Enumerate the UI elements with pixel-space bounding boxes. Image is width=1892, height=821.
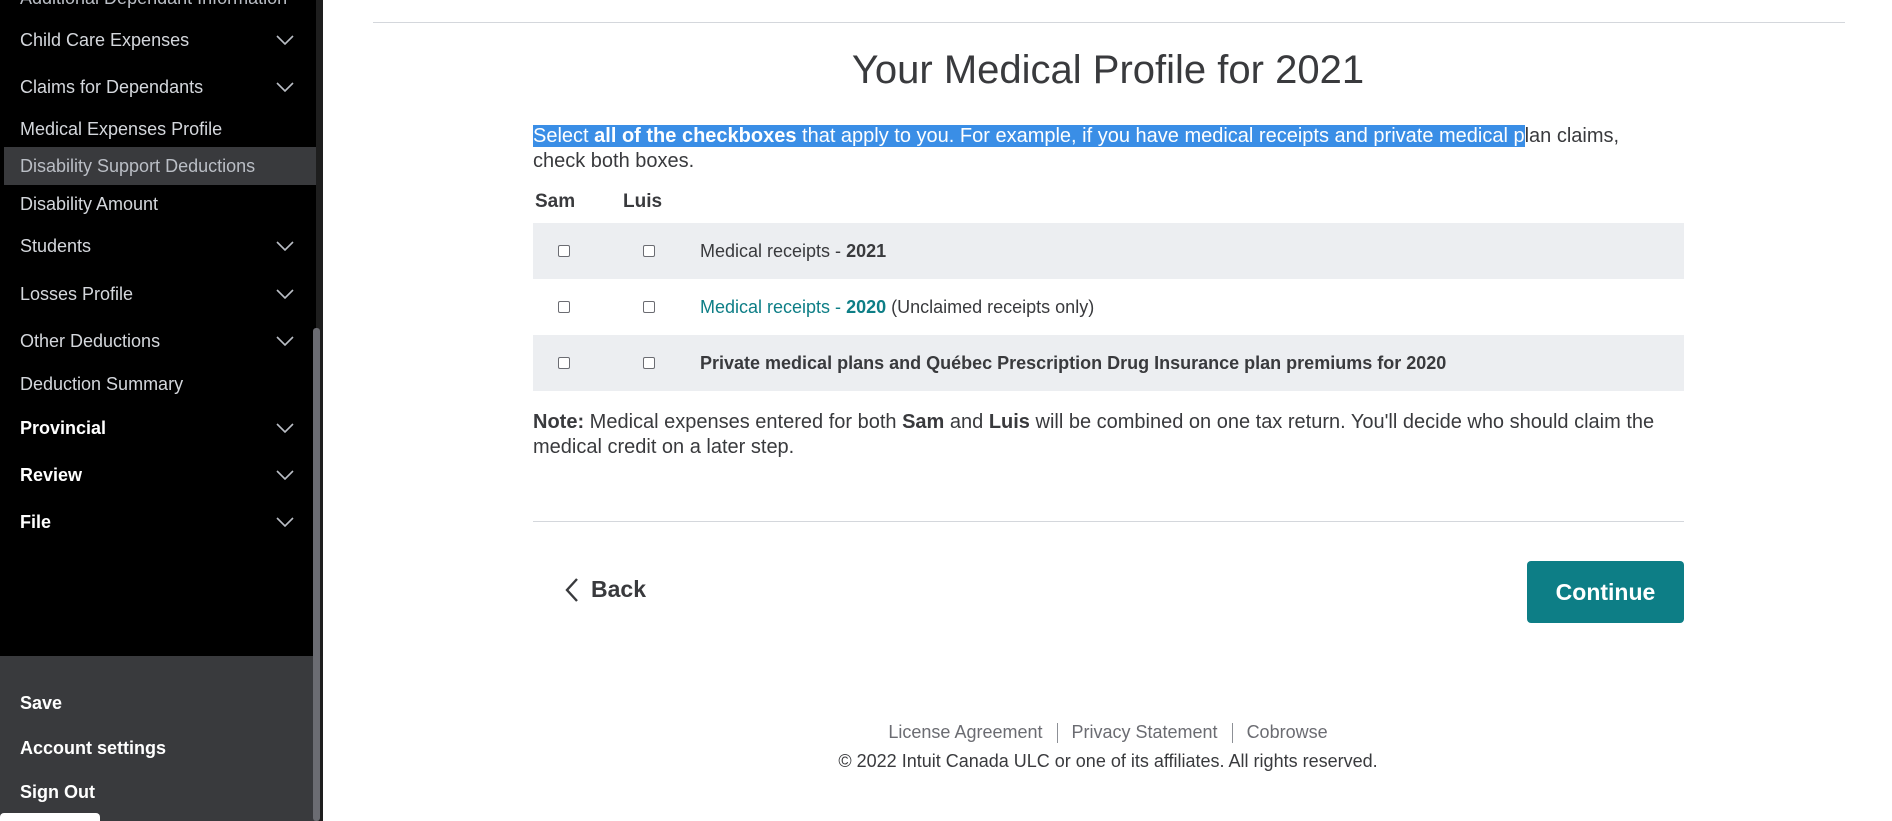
save-button[interactable]: Save xyxy=(20,693,62,714)
luis-medical-receipts-2020-checkbox[interactable] xyxy=(643,301,655,313)
sign-out-link[interactable]: Sign Out xyxy=(20,782,95,803)
row-label-suffix: (Unclaimed receipts only) xyxy=(886,297,1095,317)
copyright-text: © 2022 Intuit Canada ULC or one of its a… xyxy=(838,751,1378,771)
sidebar-item-label: Students xyxy=(20,235,92,256)
chevron-down-icon xyxy=(276,241,294,251)
back-button[interactable]: Back xyxy=(565,576,646,603)
footer-separator xyxy=(1231,723,1233,744)
sidebar-item-label: Disability Amount xyxy=(20,193,159,214)
note-text-part2: and xyxy=(944,411,989,433)
sidebar-item-label: File xyxy=(20,511,52,532)
sam-medical-receipts-2020-checkbox[interactable] xyxy=(558,301,570,313)
sidebar-item-label: Review xyxy=(20,464,83,485)
sidebar-bottom-tab xyxy=(0,813,100,821)
sidebar-item-label: Disability Support Deductions xyxy=(20,155,256,176)
account-settings-link[interactable]: Account settings xyxy=(20,738,166,759)
sidebar-item-label: Deduction Summary xyxy=(20,373,184,394)
sidebar-item-students[interactable]: Students xyxy=(0,227,316,265)
sidebar-item-disability-support-deductions[interactable]: Disability Support Deductions xyxy=(4,147,322,185)
instructions-part2: that apply to you. For example, if you h… xyxy=(796,125,1525,147)
chevron-down-icon xyxy=(276,517,294,527)
note-label: Note: xyxy=(533,411,585,433)
sidebar-item-provincial[interactable]: Provincial xyxy=(0,409,316,447)
sidebar-item-child-care-expenses[interactable]: Child Care Expenses xyxy=(0,21,316,59)
luis-medical-receipts-2021-checkbox[interactable] xyxy=(643,245,655,257)
instructions-text: Select all of the checkboxes that apply … xyxy=(533,124,1663,174)
sam-private-medical-plans-checkbox[interactable] xyxy=(558,357,570,369)
column-header-luis: Luis xyxy=(623,191,663,212)
chevron-down-icon xyxy=(276,470,294,480)
instructions-bold: all of the checkboxes xyxy=(594,125,797,147)
sidebar-footer: Save Account settings Sign Out xyxy=(0,656,316,821)
page-title: Your Medical Profile for 2021 xyxy=(851,48,1365,92)
sidebar-item-additional-dependant-info[interactable]: Additional Dependant Information xyxy=(20,0,287,9)
sam-medical-receipts-2021-checkbox[interactable] xyxy=(558,245,570,257)
luis-private-medical-plans-checkbox[interactable] xyxy=(643,357,655,369)
chevron-down-icon xyxy=(276,423,294,433)
chevron-down-icon xyxy=(276,35,294,45)
note-text-part1: Medical expenses entered for both xyxy=(584,411,903,433)
privacy-statement-link[interactable]: Privacy Statement xyxy=(1072,722,1218,742)
row-label-text: Private medical plans and Québec Prescri… xyxy=(700,353,1447,373)
sidebar-item-deduction-summary[interactable]: Deduction Summary xyxy=(0,365,316,403)
cobrowse-link[interactable]: Cobrowse xyxy=(1247,722,1328,742)
row-label: Medical receipts - 2021 xyxy=(700,241,886,262)
row-label: Medical receipts - 2020 (Unclaimed recei… xyxy=(700,297,1094,318)
sidebar-item-label: Claims for Dependants xyxy=(20,76,204,97)
row-label-prefix: Medical receipts - xyxy=(700,297,847,317)
highlighted-selection: Select all of the checkboxes that apply … xyxy=(533,125,1525,147)
license-agreement-link[interactable]: License Agreement xyxy=(888,722,1042,742)
instructions-part1: Select xyxy=(533,125,595,147)
profile-row-medical-receipts-2020: Medical receipts - 2020 (Unclaimed recei… xyxy=(533,279,1684,335)
continue-button[interactable]: Continue xyxy=(1527,561,1684,623)
column-header-sam: Sam xyxy=(535,191,576,212)
profile-row-medical-receipts-2021: Medical receipts - 2021 xyxy=(533,223,1684,279)
sidebar-item-label: Provincial xyxy=(20,417,107,438)
note-text: Note: Medical expenses entered for both … xyxy=(533,410,1663,460)
chevron-left-icon xyxy=(565,577,578,602)
note-name-luis: Luis xyxy=(988,411,1030,433)
note-name-sam: Sam xyxy=(902,411,945,433)
profile-row-private-medical-plans: Private medical plans and Québec Prescri… xyxy=(533,335,1684,391)
sidebar: Additional Dependant Information Child C… xyxy=(0,0,323,821)
row-label: Private medical plans and Québec Prescri… xyxy=(700,353,1446,374)
sidebar-item-label: Losses Profile xyxy=(20,283,134,304)
sidebar-item-other-deductions[interactable]: Other Deductions xyxy=(0,322,316,360)
row-label-prefix: Medical receipts - xyxy=(700,241,847,261)
chevron-down-icon xyxy=(276,82,294,92)
row-label-year: 2020 xyxy=(846,297,887,317)
sidebar-item-disability-amount[interactable]: Disability Amount xyxy=(0,185,316,223)
sidebar-item-claims-for-dependants[interactable]: Claims for Dependants xyxy=(0,68,316,106)
sidebar-item-review[interactable]: Review xyxy=(0,456,316,494)
top-divider xyxy=(373,22,1845,23)
sidebar-item-label: Child Care Expenses xyxy=(20,29,190,50)
footer-separator xyxy=(1056,723,1058,744)
content-divider xyxy=(533,521,1684,522)
row-label-year: 2021 xyxy=(846,241,887,261)
sidebar-item-label: Other Deductions xyxy=(20,330,161,351)
sidebar-item-file[interactable]: File xyxy=(0,503,316,541)
chevron-down-icon xyxy=(276,289,294,299)
sidebar-scrollbar-thumb[interactable] xyxy=(313,328,320,821)
chevron-down-icon xyxy=(276,336,294,346)
sidebar-item-losses-profile[interactable]: Losses Profile xyxy=(0,275,316,313)
back-button-label: Back xyxy=(591,576,646,602)
sidebar-item-label: Medical Expenses Profile xyxy=(20,118,223,139)
medical-receipts-2020-link[interactable]: Medical receipts - 2020 xyxy=(700,297,886,317)
sidebar-item-medical-expenses-profile[interactable]: Medical Expenses Profile xyxy=(0,110,316,148)
footer-links: License Agreement Privacy Statement Cobrow… xyxy=(533,722,1683,744)
